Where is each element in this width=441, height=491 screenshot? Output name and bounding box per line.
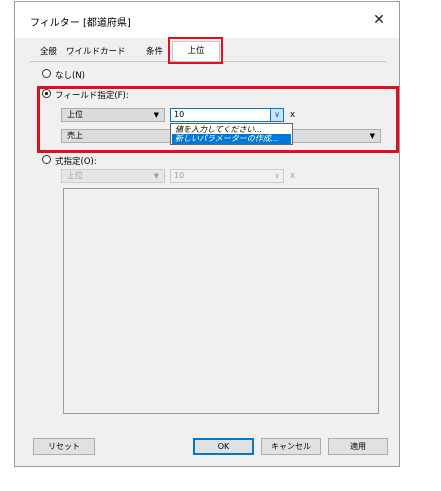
field-highlight-box — [37, 86, 399, 153]
formula-direction-combo-value: 上位 — [67, 171, 83, 180]
formula-text-area — [63, 188, 379, 414]
title-bar: フィルター [都道府県] ✕ — [15, 2, 399, 38]
radio-none-label: なし(N) — [55, 71, 85, 81]
dialog-title: フィルター [都道府県] — [30, 18, 131, 29]
radio-by-formula[interactable] — [42, 155, 51, 164]
tab-condition[interactable]: 条件 — [142, 45, 167, 59]
apply-button[interactable]: 適用 — [328, 438, 388, 455]
radio-none[interactable] — [42, 69, 51, 78]
close-icon[interactable]: ✕ — [369, 10, 389, 30]
formula-count-combo: 10 ∨ — [170, 169, 284, 183]
cancel-button[interactable]: キャンセル — [261, 438, 321, 455]
chevron-down-icon: ∨ — [270, 170, 283, 182]
ok-button[interactable]: OK — [193, 438, 254, 455]
tab-highlight-box — [168, 37, 223, 64]
formula-count-suffix: x — [290, 171, 296, 181]
chevron-down-icon: ▼ — [153, 172, 159, 180]
reset-button[interactable]: リセット — [33, 438, 95, 455]
tab-general[interactable]: 全般 — [36, 45, 61, 59]
tab-wildcard[interactable]: ワイルドカード — [62, 45, 130, 59]
formula-direction-combo: 上位 ▼ — [61, 169, 165, 183]
formula-count-combo-value: 10 — [174, 171, 185, 180]
filter-dialog: フィルター [都道府県] ✕ 全般 ワイルドカード 条件 上位 なし(N) フィ… — [14, 1, 400, 467]
radio-by-formula-label: 式指定(O): — [55, 157, 97, 167]
